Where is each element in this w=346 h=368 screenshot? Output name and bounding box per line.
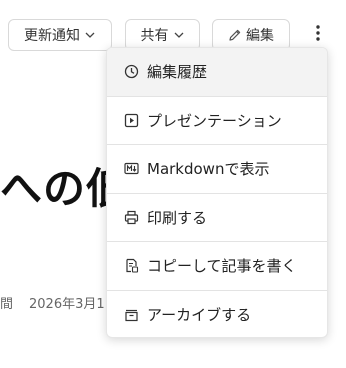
article-date: 2026年3月1: [29, 297, 105, 312]
more-options-button[interactable]: [305, 22, 331, 48]
menu-item-label: コピーして記事を書く: [147, 257, 297, 276]
menu-item-markdown[interactable]: Markdownで表示: [107, 145, 327, 194]
menu-item-edit-history[interactable]: 編集履歴: [107, 48, 327, 97]
markdown-icon: [124, 161, 139, 176]
share-button-label: 共有: [140, 28, 169, 44]
play-icon: [124, 113, 139, 128]
menu-item-label: Markdownで表示: [147, 160, 270, 179]
edit-button-label: 編集: [246, 28, 274, 44]
chevron-down-icon: [173, 29, 185, 41]
notify-button-label: 更新通知: [24, 28, 80, 44]
notify-dropdown-button[interactable]: 更新通知: [8, 19, 112, 51]
menu-item-label: アーカイブする: [147, 306, 252, 325]
archive-icon: [124, 307, 139, 322]
menu-item-presentation[interactable]: プレゼンテーション: [107, 97, 327, 145]
menu-item-label: プレゼンテーション: [147, 111, 282, 130]
copy-doc-icon: [124, 258, 139, 273]
chevron-down-icon: [84, 29, 96, 41]
menu-item-archive[interactable]: アーカイブする: [107, 291, 327, 338]
menu-item-copy-write[interactable]: コピーして記事を書く: [107, 242, 327, 291]
more-options-menu: 編集履歴 プレゼンテーション Markdownで表示 印刷する コピーして記事を…: [106, 47, 328, 338]
menu-item-print[interactable]: 印刷する: [107, 194, 327, 242]
menu-item-label: 編集履歴: [147, 63, 208, 82]
article-meta-label: 間: [0, 297, 14, 312]
menu-item-label: 印刷する: [147, 208, 208, 227]
printer-icon: [124, 210, 139, 225]
more-vertical-icon: [316, 25, 320, 45]
clock-icon: [124, 64, 139, 79]
pencil-icon: [228, 28, 242, 42]
